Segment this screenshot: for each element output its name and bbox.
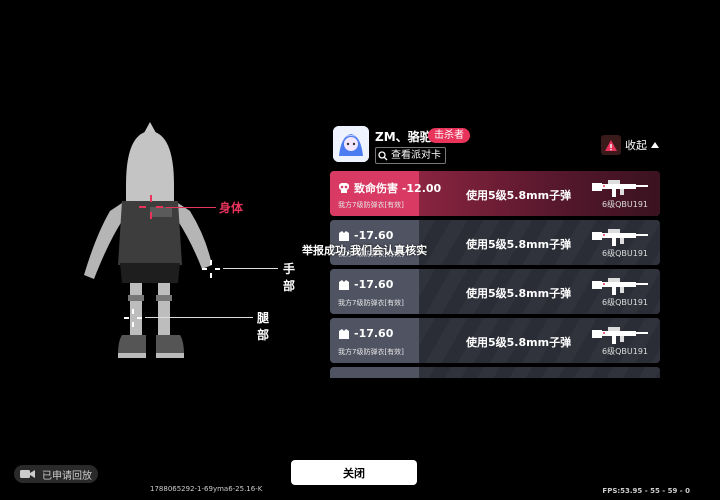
- rifle-icon: [592, 275, 648, 297]
- body-leader-line: [166, 207, 216, 208]
- damage-record-list[interactable]: 致命伤害 -12.00 我方7级防弹衣[有效] 使用5级5.8mm子弹 6级QBU19…: [330, 171, 660, 378]
- armor-note: 我方7级防弹衣[有效]: [338, 348, 404, 356]
- avatar-character-icon: [333, 126, 369, 162]
- hand-leader-line: [223, 268, 278, 269]
- hand-crosshair-icon: [202, 260, 220, 278]
- damage-value: -17.60: [354, 278, 394, 291]
- rifle-icon: [592, 226, 648, 248]
- damage-row[interactable]: 致命伤害 -12.00 我方7级防弹衣[有效] 使用5级5.8mm子弹 6级QBU19…: [330, 171, 660, 216]
- ammo-text: 使用5级5.8mm子弹: [466, 189, 572, 202]
- damage-value: -17.60: [354, 327, 394, 340]
- damage-value-wrap: -17.60: [338, 278, 393, 291]
- body-hit-label: 身体: [219, 201, 244, 215]
- ammo-text: 使用5级5.8mm子弹: [466, 287, 572, 300]
- close-button[interactable]: 关闭: [291, 460, 417, 485]
- damage-value-wrap: -17.60: [338, 229, 393, 242]
- weapon-name: 6级QBU191: [602, 200, 648, 209]
- session-id: 1788065292-1-69yma6-25.16-K: [150, 485, 263, 493]
- damage-value-wrap: 致命伤害 -12.00: [338, 180, 441, 196]
- collapse-label: 收起: [625, 139, 647, 152]
- replay-requested-label: 已申请回放: [42, 470, 92, 482]
- damage-row[interactable]: -17.60 我方7级防弹衣[有效] 使用5级5.8mm子弹 6级QBU191: [330, 269, 660, 314]
- armor-note: 我方7级防弹衣[有效]: [338, 201, 404, 209]
- leg-leader-line: [145, 317, 253, 318]
- weapon-name: 6级QBU191: [602, 298, 648, 307]
- video-camera-icon: [20, 470, 35, 478]
- armor-note: 我方7级防弹衣[有效]: [338, 299, 404, 307]
- rifle-icon: [592, 177, 648, 199]
- armor-vest-icon: [339, 279, 349, 290]
- weapon-name: 6级QBU191: [602, 249, 648, 258]
- damage-value: -17.60: [354, 376, 393, 378]
- caret-up-icon: [651, 142, 659, 148]
- damage-value: -17.60: [354, 229, 394, 242]
- search-icon: [378, 150, 388, 160]
- report-success-toast: 举报成功,我们会认真核实: [302, 244, 428, 257]
- ammo-text: 使用5级5.8mm子弹: [466, 336, 572, 349]
- killer-name: ZM、骆驼: [375, 130, 432, 144]
- character-hit-diagram: 身体 手部 腿部: [60, 115, 295, 375]
- damage-value-wrap: -17.60: [338, 376, 393, 378]
- leg-crosshair-icon: [124, 309, 142, 327]
- ammo-text: 使用5级5.8mm子弹: [466, 238, 572, 251]
- view-party-card-button[interactable]: 查看派对卡: [375, 147, 446, 164]
- ammo-cell: [419, 367, 660, 378]
- armor-vest-icon: [341, 377, 347, 378]
- rifle-icon: [592, 324, 648, 346]
- damage-value: 致命伤害 -12.00: [354, 182, 442, 195]
- killer-header: ZM、骆驼 击杀者 查看派对卡 收起: [333, 126, 663, 166]
- view-party-card-label: 查看派对卡: [391, 150, 441, 161]
- report-warning-icon[interactable]: [601, 135, 621, 155]
- killer-badge: 击杀者: [428, 128, 470, 143]
- weapon-name: 6级QBU191: [602, 347, 648, 356]
- damage-row[interactable]: -17.60: [330, 367, 660, 378]
- skull-icon: [339, 183, 349, 193]
- collapse-button[interactable]: 收起: [601, 135, 659, 155]
- armor-vest-icon: [339, 230, 349, 241]
- replay-requested-button[interactable]: 已申请回放: [14, 465, 98, 483]
- body-crosshair-icon: [139, 195, 163, 219]
- damage-value-wrap: -17.60: [338, 327, 393, 340]
- damage-row[interactable]: -17.60 我方7级防弹衣[有效] 使用5级5.8mm子弹 6级QBU191: [330, 318, 660, 363]
- character-figure-icon: [84, 122, 212, 358]
- killer-avatar[interactable]: [333, 126, 369, 162]
- armor-vest-icon: [339, 328, 349, 339]
- hand-hit-label: 手部: [283, 262, 296, 293]
- fps-readout: FPS:53.95 - 55 - 59 - 0: [602, 487, 690, 495]
- leg-hit-label: 腿部: [257, 311, 270, 342]
